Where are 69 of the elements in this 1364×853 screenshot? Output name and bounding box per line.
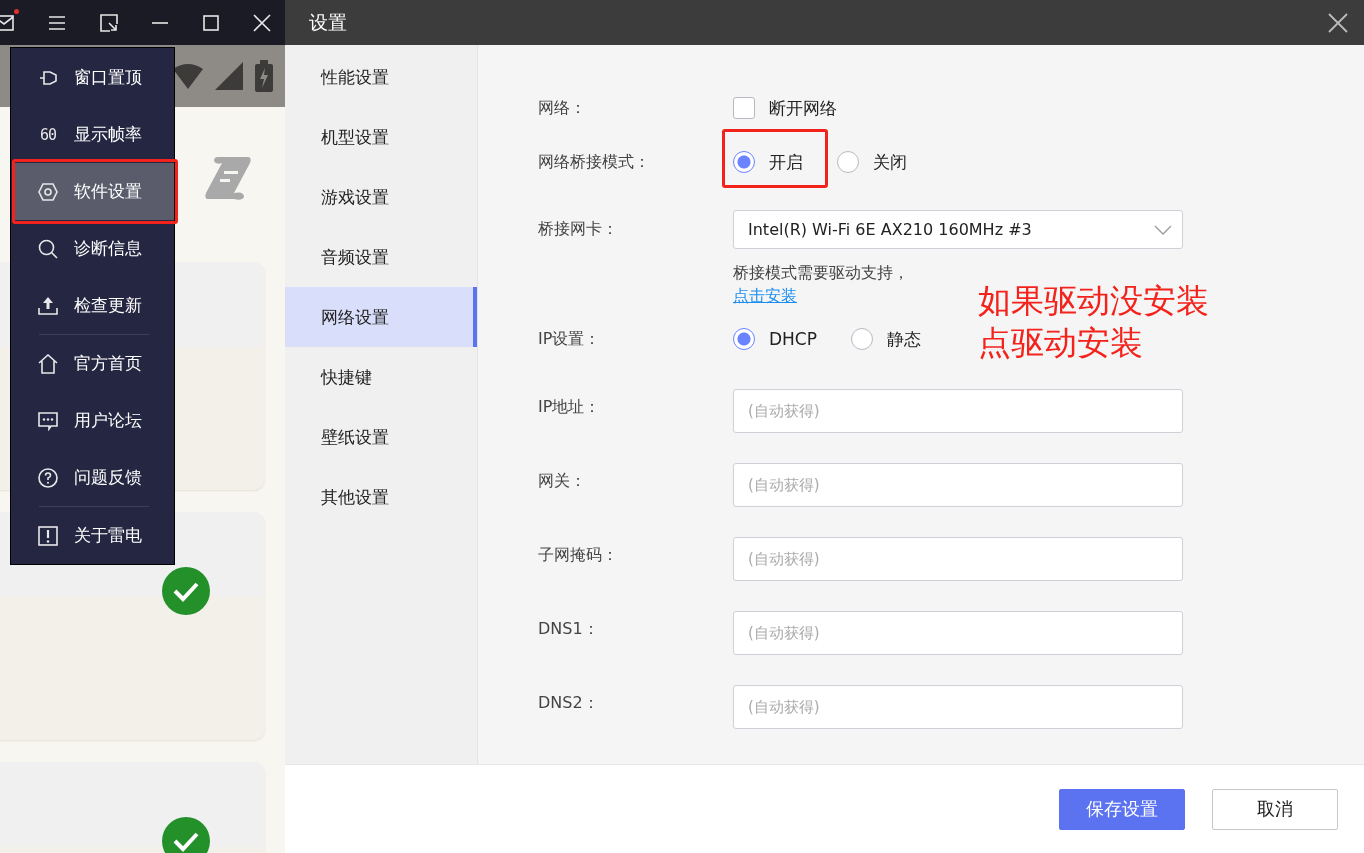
field-label: IP地址： — [538, 396, 602, 418]
signal-icon — [215, 62, 243, 90]
sidebar-item[interactable]: 网络设置 — [285, 287, 477, 347]
menu-item[interactable]: 官方首页 — [11, 335, 174, 392]
menu-item[interactable]: 诊断信息 — [11, 220, 174, 277]
radio-button[interactable] — [733, 328, 755, 350]
menu-item[interactable]: 用户论坛 — [11, 392, 174, 449]
menu-item[interactable]: 关于雷电 — [11, 507, 174, 564]
radio-button[interactable] — [733, 151, 755, 173]
option-label: 开启 — [769, 150, 803, 174]
field-label: IP设置： — [538, 328, 602, 350]
input-field[interactable]: (自动获得) — [733, 611, 1183, 655]
dialog-title: 设置 — [309, 9, 347, 35]
menu-icon[interactable] — [47, 14, 66, 31]
menu-item[interactable]: 问题反馈 — [11, 449, 174, 506]
option-label: 静态 — [887, 327, 921, 351]
chat-icon — [38, 410, 58, 431]
search-icon — [38, 238, 58, 259]
check-icon — [162, 567, 210, 615]
menu-item[interactable]: 60 显示帧率 — [11, 106, 174, 163]
option-label: 关闭 — [873, 150, 907, 174]
hexagon-icon — [38, 181, 58, 202]
radio-button[interactable] — [851, 328, 873, 350]
sidebar-item[interactable]: 快捷键 — [285, 347, 477, 407]
upload-icon — [38, 295, 58, 316]
save-button[interactable]: 保存设置 — [1059, 788, 1185, 830]
annotation-text: 如果驱动没安装 — [978, 280, 1209, 322]
field-label: 桥接网卡： — [538, 219, 619, 240]
minimize-icon[interactable] — [151, 20, 170, 25]
sidebar-item[interactable]: 其他设置 — [285, 467, 477, 527]
cancel-button[interactable]: 取消 — [1212, 788, 1338, 830]
option-label: DHCP — [769, 329, 817, 349]
sidebar-item[interactable]: 壁纸设置 — [285, 407, 477, 467]
field-label: DNS1： — [538, 618, 600, 640]
field-label: 网络： — [538, 97, 587, 119]
sidebar-item[interactable]: 音频设置 — [285, 227, 477, 287]
info-icon — [38, 525, 58, 546]
field-label: 网关： — [538, 470, 587, 492]
sidebar-item[interactable]: 机型设置 — [285, 107, 477, 167]
battery-icon — [255, 60, 273, 92]
radio-button[interactable] — [837, 151, 859, 173]
home-icon — [38, 353, 58, 374]
help-icon — [38, 467, 58, 488]
input-field[interactable]: (自动获得) — [733, 685, 1183, 729]
close-icon[interactable] — [1328, 12, 1348, 33]
field-label: DNS2： — [538, 692, 600, 714]
dropdown-field[interactable]: Intel(R) Wi-Fi 6E AX210 160MHz #3 — [733, 210, 1183, 249]
menu-item[interactable]: 软件设置 — [14, 163, 174, 220]
menu-item[interactable]: 检查更新 — [11, 277, 174, 334]
menu-item[interactable]: 窗口置顶 — [11, 49, 174, 106]
input-field[interactable]: (自动获得) — [733, 463, 1183, 507]
checkbox[interactable] — [733, 97, 755, 119]
option-label: 断开网络 — [769, 96, 837, 120]
chevron-down-icon — [1154, 224, 1172, 235]
input-field[interactable]: (自动获得) — [733, 537, 1183, 581]
mail-icon[interactable] — [0, 14, 14, 31]
field-label: 子网掩码： — [538, 544, 619, 566]
hint-text: 桥接模式需要驱动支持， — [733, 263, 909, 284]
scroll-icon — [204, 155, 252, 201]
sidebar-item[interactable]: 性能设置 — [285, 47, 477, 107]
resize-icon[interactable] — [99, 13, 118, 32]
field-label: 网络桥接模式： — [538, 151, 651, 173]
sidebar-item[interactable]: 游戏设置 — [285, 167, 477, 227]
check-icon — [162, 817, 210, 853]
fps-icon: 60 — [38, 125, 58, 144]
maximize-icon[interactable] — [203, 14, 220, 31]
wifi-icon — [173, 63, 203, 89]
input-field[interactable]: (自动获得) — [733, 389, 1183, 433]
annotation-text: 点驱动安装 — [978, 322, 1144, 364]
